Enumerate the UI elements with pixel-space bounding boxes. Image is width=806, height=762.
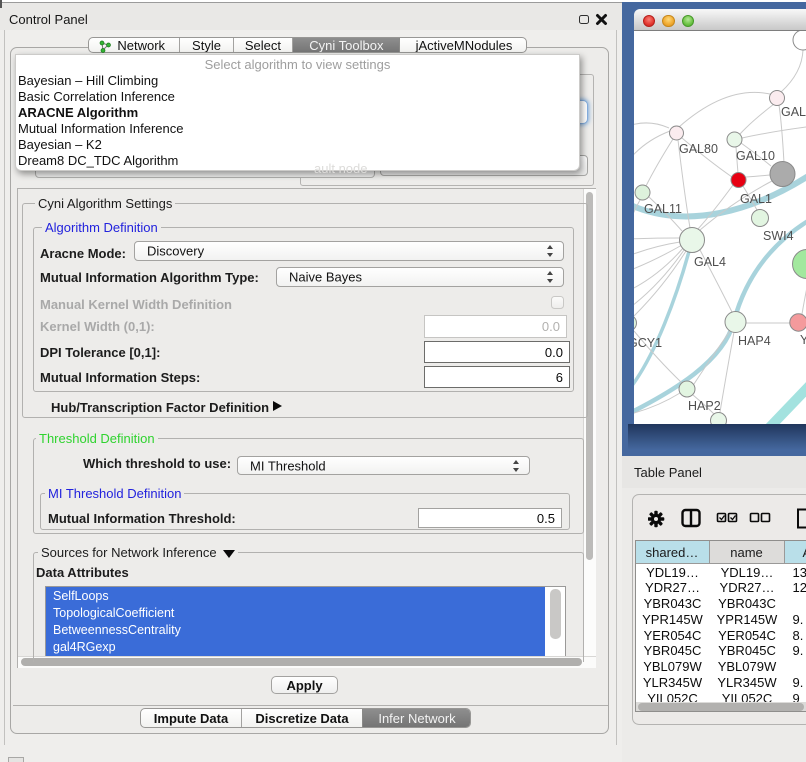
svg-text:GAL80: GAL80 [679, 142, 718, 156]
svg-text:GAL1: GAL1 [740, 192, 772, 206]
svg-text:GCY1: GCY1 [634, 336, 662, 350]
svg-text:GAL2: GAL2 [781, 105, 806, 119]
svg-text:HAP2: HAP2 [688, 399, 721, 413]
svg-text:GAL10: GAL10 [736, 149, 775, 163]
svg-text:GAL11: GAL11 [644, 202, 682, 216]
svg-text:Y: Y [800, 333, 806, 347]
svg-text:SWI4: SWI4 [763, 229, 794, 243]
svg-text:GAL4: GAL4 [694, 255, 726, 269]
svg-text:HAP4: HAP4 [738, 334, 771, 348]
